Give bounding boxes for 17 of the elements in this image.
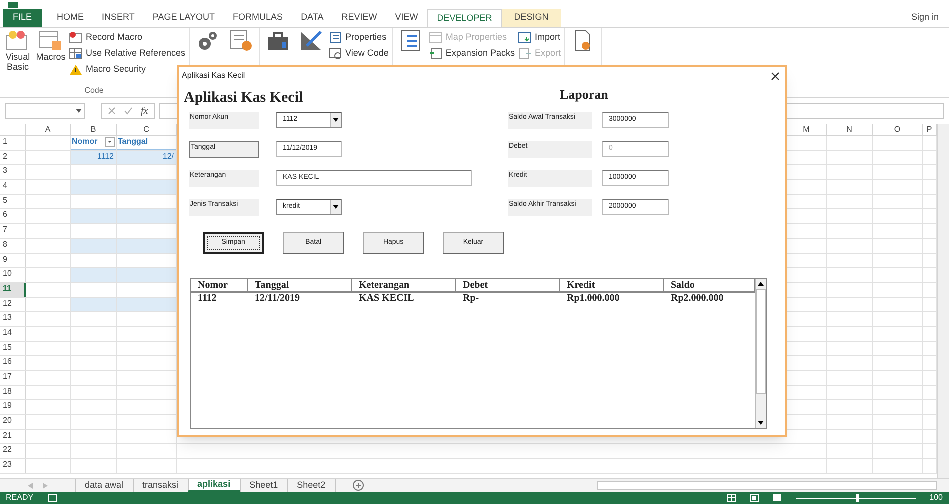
dialog-title: Aplikasi Kas Kecil bbox=[182, 70, 246, 82]
list-cell-text: Rp- bbox=[462, 293, 480, 306]
list-cell-text: 1112 bbox=[197, 293, 218, 306]
table-header-cell: Tanggal bbox=[117, 136, 176, 150]
table-header-cell: Nomor bbox=[71, 136, 116, 150]
report-heading: Laporan bbox=[560, 86, 608, 104]
group-label: Code bbox=[84, 85, 105, 97]
table-cell-text: 1112 bbox=[96, 150, 115, 163]
list-cell-text: Rp1.000.000 bbox=[566, 293, 621, 306]
list-cell-text: KAS KECIL bbox=[358, 293, 416, 306]
button-label: Macros bbox=[36, 52, 66, 62]
form-heading: Aplikasi Kas Kecil bbox=[184, 89, 304, 108]
table-cell-text: 12/ bbox=[162, 150, 175, 163]
list-cell-text: Rp2.000.000 bbox=[670, 293, 725, 306]
list-cell-text: 12/11/2019 bbox=[254, 293, 302, 306]
status-text: READY bbox=[6, 492, 34, 504]
button-label: Visual Basic bbox=[6, 52, 30, 72]
